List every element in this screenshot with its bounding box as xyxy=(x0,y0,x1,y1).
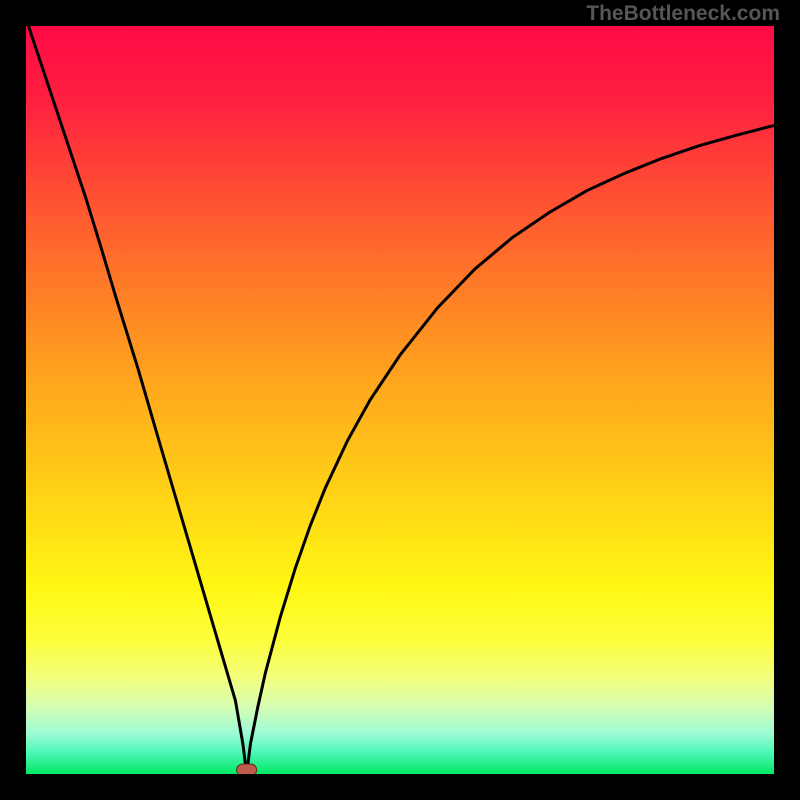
chart-svg xyxy=(26,26,774,774)
chart-plot-area xyxy=(26,26,774,774)
minimum-marker xyxy=(237,764,257,774)
gradient-background xyxy=(26,26,774,774)
attribution-text: TheBottleneck.com xyxy=(586,2,780,26)
